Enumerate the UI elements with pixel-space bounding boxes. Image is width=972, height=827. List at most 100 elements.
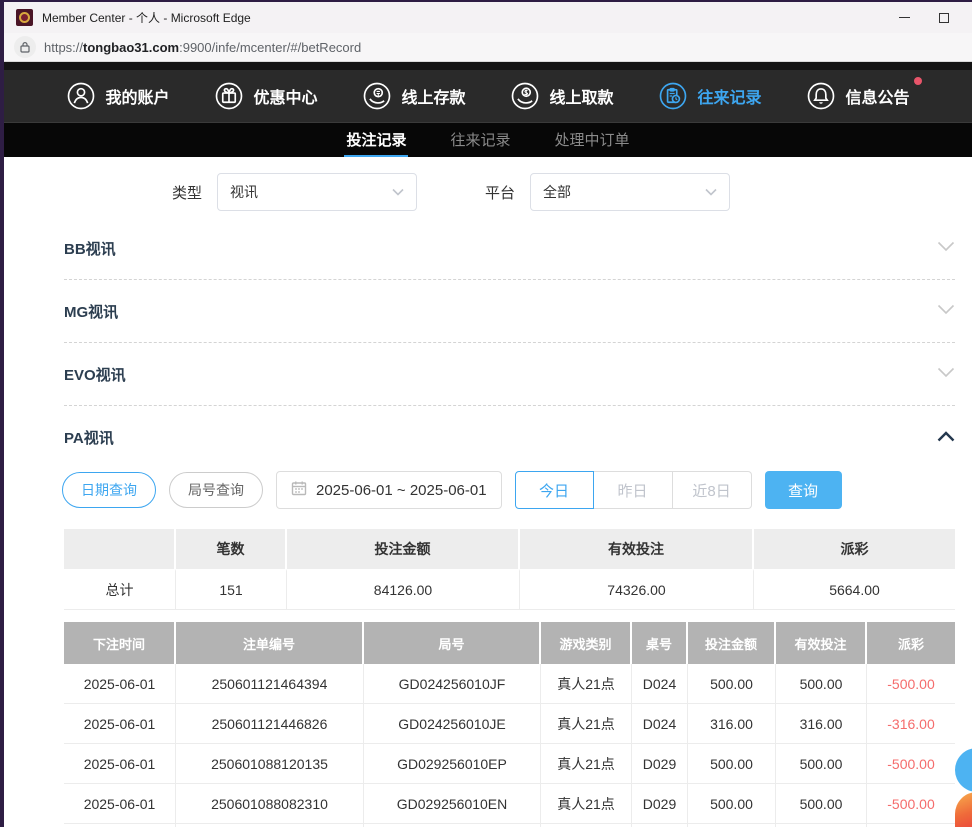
chevron-up-icon[interactable] xyxy=(937,429,955,447)
deposit-hand-coin-icon xyxy=(362,81,392,111)
type-select[interactable]: 视讯 xyxy=(217,173,417,211)
cell-game-type: 真人21点 xyxy=(541,784,632,824)
tab-bet-record[interactable]: 投注记录 xyxy=(346,129,406,156)
filter-row: 类型 视讯 平台 全部 xyxy=(4,157,972,211)
section-title: PA视讯 xyxy=(64,427,114,448)
cell-valid-bet: 500.00 xyxy=(776,784,867,824)
lock-icon[interactable] xyxy=(14,36,36,58)
table-row: 2025-06-01 250601121464394 GD024256010JF… xyxy=(64,664,955,704)
recent8days-button[interactable]: 近8日 xyxy=(673,471,752,509)
url-bar[interactable]: https://tongbao31.com:9900/infe/mcenter/… xyxy=(4,33,972,62)
tab-pending-orders[interactable]: 处理中订单 xyxy=(555,129,630,156)
section-pa-video[interactable]: PA视讯 xyxy=(64,406,955,469)
cell-bet-time: 2025-06-01 xyxy=(64,664,176,704)
minimize-button[interactable] xyxy=(898,12,910,24)
withdraw-hand-coin-icon xyxy=(510,81,540,111)
nav-item-deposit[interactable]: 线上存款 xyxy=(362,81,465,111)
maximize-button[interactable] xyxy=(938,12,950,24)
date-query-button[interactable]: 日期查询 xyxy=(62,472,156,508)
cell-bet-time: 2025-06-01 xyxy=(64,784,176,824)
type-filter-label: 类型 xyxy=(172,182,202,203)
summary-valid-bet-value: 74326.00 xyxy=(520,569,754,609)
nav-label: 往来记录 xyxy=(697,84,761,108)
nav-label: 线上存款 xyxy=(401,84,465,108)
cell-bet-time: 2025-06-01 xyxy=(64,744,176,784)
sub-nav: 投注记录 往来记录 处理中订单 xyxy=(4,123,972,157)
url-path: :9900/infe/mcenter/#/betRecord xyxy=(179,40,361,55)
nav-item-transaction-records[interactable]: 往来记录 xyxy=(658,81,761,111)
page-top-strip xyxy=(4,62,972,70)
url-domain: tongbao31.com xyxy=(83,40,179,55)
site-favicon-icon xyxy=(16,9,33,26)
url-text[interactable]: https://tongbao31.com:9900/infe/mcenter/… xyxy=(44,40,361,55)
calendar-icon xyxy=(291,480,307,500)
date-range-value: 2025-06-01 ~ 2025-06-01 xyxy=(316,482,487,499)
notification-badge xyxy=(914,77,922,85)
window-title: Member Center - 个人 - Microsoft Edge xyxy=(42,9,898,26)
round-query-button[interactable]: 局号查询 xyxy=(169,472,263,508)
today-button[interactable]: 今日 xyxy=(515,471,594,509)
date-range-picker[interactable]: 2025-06-01 ~ 2025-06-01 xyxy=(276,471,502,509)
section-bb-video[interactable]: BB视讯 xyxy=(64,217,955,280)
records-clipboard-icon xyxy=(658,81,688,111)
summary-payout-value: 5664.00 xyxy=(754,569,955,609)
cell-order-no: 250601088120135 xyxy=(176,744,364,784)
search-button[interactable]: 查询 xyxy=(765,471,842,509)
nav-item-promotions[interactable]: 优惠中心 xyxy=(214,81,317,111)
detail-header-payout: 派彩 xyxy=(867,622,955,664)
nav-label: 优惠中心 xyxy=(253,84,317,108)
section-mg-video[interactable]: MG视讯 xyxy=(64,280,955,343)
detail-header-table-no: 桌号 xyxy=(632,622,688,664)
cell-table-no: D024 xyxy=(632,664,688,704)
summary-table: 笔数 投注金额 有效投注 派彩 总计 151 84126.00 74326.00… xyxy=(64,529,955,610)
cell-order-no: 250601121446826 xyxy=(176,704,364,744)
cell-bet-amount: 500.00 xyxy=(688,744,776,784)
provider-sections: BB视讯 MG视讯 EVO视讯 PA视讯 xyxy=(4,211,972,469)
platform-select[interactable]: 全部 xyxy=(530,173,730,211)
summary-header-row: 笔数 投注金额 有效投注 派彩 xyxy=(64,529,955,569)
summary-count-value: 151 xyxy=(176,569,287,609)
nav-label: 线上取款 xyxy=(549,84,613,108)
summary-header-payout: 派彩 xyxy=(754,529,955,569)
cell-order-no: 250601088082310 xyxy=(176,784,364,824)
cell-valid-bet: 500.00 xyxy=(776,744,867,784)
cell-round-no: GD029256010EN xyxy=(364,784,541,824)
cell-order-no: 250601121464394 xyxy=(176,664,364,704)
nav-item-announcements[interactable]: 信息公告 xyxy=(806,81,909,111)
quick-date-group: 今日 昨日 近8日 xyxy=(515,471,752,509)
detail-header-valid-bet: 有效投注 xyxy=(776,622,867,664)
cell-bet-amount: 316.00 xyxy=(688,704,776,744)
cell-payout: -316.00 xyxy=(867,704,955,744)
cell-game-type: 真人21点 xyxy=(541,664,632,704)
nav-item-withdraw[interactable]: 线上取款 xyxy=(510,81,613,111)
gift-icon xyxy=(214,81,244,111)
detail-header-game-type: 游戏类别 xyxy=(541,622,632,664)
chevron-down-icon[interactable] xyxy=(937,365,955,383)
cell-payout: -500.00 xyxy=(867,784,955,824)
cell-game-type: 真人21点 xyxy=(541,744,632,784)
cell-round-no: GD024256010JE xyxy=(364,704,541,744)
detail-header-bet-amount: 投注金额 xyxy=(688,622,776,664)
nav-item-my-account[interactable]: 我的账户 xyxy=(66,81,169,111)
detail-header-bet-time: 下注时间 xyxy=(64,622,176,664)
table-row: 2025-06-01 250601121446826 GD024256010JE… xyxy=(64,704,955,744)
section-evo-video[interactable]: EVO视讯 xyxy=(64,343,955,406)
cell-bet-time: 2025-06-01 xyxy=(64,704,176,744)
chevron-down-icon[interactable] xyxy=(937,302,955,320)
summary-header-empty xyxy=(64,529,176,569)
summary-header-count: 笔数 xyxy=(176,529,287,569)
window-titlebar: Member Center - 个人 - Microsoft Edge xyxy=(4,2,972,33)
nav-label: 信息公告 xyxy=(845,84,909,108)
chevron-down-icon[interactable] xyxy=(937,239,955,257)
summary-bet-amount-value: 84126.00 xyxy=(287,569,520,609)
cell-payout: -500.00 xyxy=(867,744,955,784)
yesterday-button[interactable]: 昨日 xyxy=(594,471,673,509)
section-title: EVO视讯 xyxy=(64,364,126,385)
tab-transaction-record[interactable]: 往来记录 xyxy=(450,129,510,156)
table-row: 2025-06-01 250601088082310 GD029256010EN… xyxy=(64,784,955,824)
main-nav: 我的账户 优惠中心 线上存款 线上取款 往来记录 信息公告 xyxy=(4,70,972,123)
cell-payout: -500.00 xyxy=(867,664,955,704)
detail-table: 下注时间 注单编号 局号 游戏类别 桌号 投注金额 有效投注 派彩 2025-0… xyxy=(64,622,955,827)
section-title: BB视讯 xyxy=(64,238,116,259)
page-content: 类型 视讯 平台 全部 BB视讯 MG视讯 EVO视讯 xyxy=(4,157,972,827)
